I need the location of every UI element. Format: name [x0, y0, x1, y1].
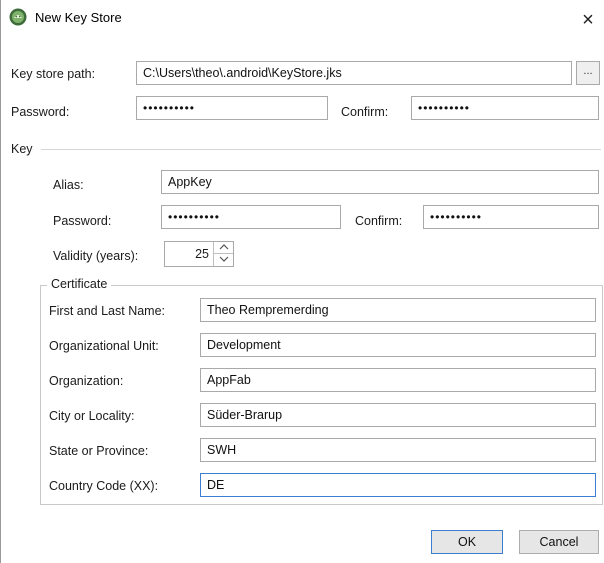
city-locality-label: City or Locality:: [49, 409, 135, 423]
key-confirm-label: Confirm:: [355, 214, 403, 228]
organizational-unit-input[interactable]: Development: [200, 333, 596, 357]
validity-spinner[interactable]: 25: [164, 241, 234, 267]
browse-button[interactable]: ...: [576, 61, 600, 85]
keystore-password-field[interactable]: ••••••••••: [136, 96, 328, 120]
android-studio-icon: [9, 8, 27, 26]
key-section-label: Key: [11, 142, 33, 156]
country-code-label: Country Code (XX):: [49, 479, 159, 493]
organization-label: Organization:: [49, 374, 124, 388]
key-confirm-field[interactable]: ••••••••••: [423, 205, 599, 229]
window-title: New Key Store: [35, 10, 122, 25]
first-last-name-label: First and Last Name:: [49, 304, 166, 318]
alias-input[interactable]: AppKey: [161, 170, 599, 194]
city-locality-input[interactable]: Süder-Brarup: [200, 403, 596, 427]
state-province-label: State or Province:: [49, 444, 149, 458]
chevron-down-icon[interactable]: [213, 254, 233, 266]
ok-button[interactable]: OK: [431, 530, 503, 554]
key-password-field[interactable]: ••••••••••: [161, 205, 341, 229]
close-button[interactable]: ×: [575, 8, 601, 32]
organizational-unit-label: Organizational Unit:: [49, 339, 159, 353]
organization-input[interactable]: AppFab: [200, 368, 596, 392]
country-code-input[interactable]: DE: [200, 473, 596, 497]
key-password-label: Password:: [53, 214, 112, 228]
close-icon: ×: [582, 9, 594, 31]
certificate-section-label: Certificate: [47, 276, 112, 292]
cancel-button[interactable]: Cancel: [519, 530, 599, 554]
state-province-input[interactable]: SWH: [200, 438, 596, 462]
keystore-password-label: Password:: [11, 105, 70, 119]
chevron-up-icon[interactable]: [213, 242, 233, 254]
keystore-confirm-field[interactable]: ••••••••••: [411, 96, 599, 120]
new-key-store-dialog: New Key Store × Key store path: C:\Users…: [0, 0, 604, 563]
alias-label: Alias:: [53, 178, 84, 192]
validity-label: Validity (years):: [53, 249, 139, 263]
key-store-path-label: Key store path:: [11, 67, 96, 81]
validity-value[interactable]: 25: [195, 246, 209, 262]
key-section-divider: [41, 149, 601, 150]
keystore-confirm-label: Confirm:: [341, 105, 389, 119]
first-last-name-input[interactable]: Theo Rempremerding: [200, 298, 596, 322]
key-store-path-input[interactable]: C:\Users\theo\.android\KeyStore.jks: [136, 61, 572, 85]
